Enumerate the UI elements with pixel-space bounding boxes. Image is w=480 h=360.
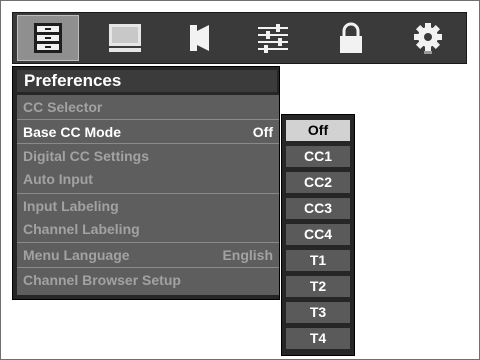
picture-icon (108, 22, 142, 54)
cc-option-off[interactable]: Off (286, 120, 350, 141)
audio-menu-tab[interactable] (169, 16, 229, 60)
menu-item-cc-selector[interactable]: CC Selector (17, 95, 279, 119)
setup-icon (33, 22, 63, 54)
menu-item-label: Channel Labeling (23, 221, 140, 237)
adjust-icon (256, 22, 290, 54)
menu-item-channel-browser-setup[interactable]: Channel Browser Setup (17, 267, 279, 291)
preferences-menu: Preferences CC Selector Base CC Mode Off… (12, 66, 280, 300)
cc-option-cc2[interactable]: CC2 (286, 172, 350, 193)
settings-menu-tab[interactable] (398, 16, 458, 60)
gear-icon (412, 21, 444, 55)
menu-item-menu-language[interactable]: Menu Language English (17, 242, 279, 266)
menu-item-label: Channel Browser Setup (23, 272, 181, 288)
menu-item-input-labeling[interactable]: Input Labeling (17, 193, 279, 217)
menu-item-channel-labeling[interactable]: Channel Labeling (17, 217, 279, 241)
menu-item-value: Off (252, 124, 273, 140)
lock-icon (337, 21, 365, 55)
picture-menu-tab[interactable] (95, 16, 155, 60)
adjust-menu-tab[interactable] (243, 16, 303, 60)
menu-item-label: Input Labeling (23, 198, 119, 214)
menu-item-base-cc-mode[interactable]: Base CC Mode Off (17, 119, 279, 143)
menu-item-label: Digital CC Settings (23, 148, 150, 164)
menu-item-label: Base CC Mode (23, 124, 122, 140)
cc-option-t4[interactable]: T4 (286, 328, 350, 349)
cc-mode-option-list: Off CC1 CC2 CC3 CC4 T1 T2 T3 T4 (281, 114, 355, 356)
menu-item-auto-input[interactable]: Auto Input (17, 167, 279, 191)
cc-option-cc3[interactable]: CC3 (286, 198, 350, 219)
menu-item-digital-cc-settings[interactable]: Digital CC Settings (17, 143, 279, 167)
menu-item-value: English (222, 247, 273, 263)
menu-item-label: Auto Input (23, 171, 93, 187)
audio-icon (185, 21, 213, 55)
setup-menu-tab[interactable] (17, 15, 79, 61)
menu-icon-bar (12, 12, 467, 64)
menu-item-label: Menu Language (23, 247, 130, 263)
lock-menu-tab[interactable] (321, 16, 381, 60)
cc-option-cc4[interactable]: CC4 (286, 224, 350, 245)
cc-option-t2[interactable]: T2 (286, 276, 350, 297)
cc-option-t3[interactable]: T3 (286, 302, 350, 323)
preferences-list: CC Selector Base CC Mode Off Digital CC … (17, 95, 279, 295)
menu-item-label: CC Selector (23, 99, 103, 115)
preferences-title: Preferences (17, 70, 277, 92)
cc-option-cc1[interactable]: CC1 (286, 146, 350, 167)
cc-option-t1[interactable]: T1 (286, 250, 350, 271)
